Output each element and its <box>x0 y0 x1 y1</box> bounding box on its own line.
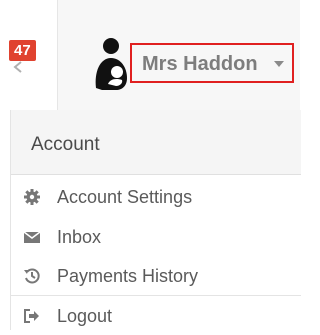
menu-item-inbox[interactable]: Inbox <box>11 218 301 256</box>
menu-item-label: Inbox <box>57 227 102 247</box>
menu-divider <box>11 295 301 296</box>
menu-section-header: Account <box>11 110 301 175</box>
notifications-area[interactable]: 47 <box>0 0 58 110</box>
sign-out-icon <box>24 309 39 323</box>
account-dropdown-menu: Account Account Settings Inbox Payments … <box>10 110 301 330</box>
menu-item-label: Logout <box>57 306 113 326</box>
notification-bell-icon[interactable] <box>12 60 26 74</box>
menu-item-account-settings[interactable]: Account Settings <box>11 178 301 216</box>
top-navbar: 47 Mrs Haddon <box>0 0 300 110</box>
menu-item-logout[interactable]: Logout <box>11 297 301 335</box>
gear-icon <box>24 189 40 205</box>
parent-avatar-icon <box>95 38 127 90</box>
menu-item-label: Payments History <box>57 266 199 286</box>
notification-count-badge: 47 <box>9 40 36 61</box>
user-menu-dropdown[interactable]: Mrs Haddon <box>130 43 294 83</box>
envelope-icon <box>23 231 41 243</box>
chevron-down-icon <box>274 61 284 67</box>
menu-section-title: Account <box>31 134 100 155</box>
history-icon <box>24 268 40 284</box>
menu-item-payments-history[interactable]: Payments History <box>11 257 301 295</box>
menu-item-label: Account Settings <box>57 187 193 207</box>
user-name: Mrs Haddon <box>142 53 258 75</box>
